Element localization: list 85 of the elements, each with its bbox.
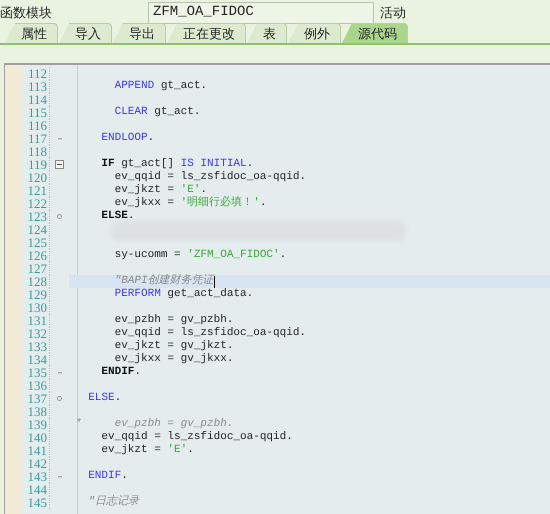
code-keyword: ELSE bbox=[87, 392, 115, 405]
line-number: 134 bbox=[26, 353, 48, 366]
line-number: 113 bbox=[26, 80, 48, 93]
code-keyword: APPEND bbox=[114, 80, 154, 93]
line-number: 125 bbox=[26, 236, 48, 249]
function-module-field[interactable]: ZFM_OA_FIDOC bbox=[148, 2, 374, 24]
code-keyword: CLEAR bbox=[114, 106, 148, 119]
code-text: ev_pzbh = gv_pzbh. bbox=[114, 314, 234, 327]
line-number: 117 bbox=[26, 132, 48, 145]
line-number: 119 bbox=[26, 158, 48, 171]
status-text: 活动 bbox=[380, 4, 406, 22]
code-text: . bbox=[187, 444, 194, 457]
line-number: 137 bbox=[26, 392, 48, 405]
line-number: 130 bbox=[26, 301, 48, 314]
code-comment: "BAPI创建财务凭证 bbox=[114, 275, 214, 288]
code-keyword: IS INITIAL bbox=[180, 158, 247, 171]
line-number: 140 bbox=[26, 431, 48, 444]
line-number: 138 bbox=[26, 405, 48, 418]
code-keyword: ELSE bbox=[100, 210, 128, 223]
code-text: . bbox=[260, 197, 266, 210]
code-text: sy-ucomm = bbox=[114, 249, 182, 262]
code-text: . bbox=[121, 470, 128, 483]
line-number: 122 bbox=[26, 197, 48, 210]
line-number: 121 bbox=[26, 184, 48, 197]
code-text: get_act_data. bbox=[166, 288, 254, 301]
line-number: 128 bbox=[26, 275, 48, 288]
code-string: 'E' bbox=[167, 444, 188, 457]
code-text: . bbox=[200, 184, 208, 196]
code-keyword: IF bbox=[100, 158, 115, 171]
code-text: gt_act. bbox=[153, 106, 200, 119]
tab[interactable]: 例外 bbox=[288, 23, 341, 43]
code-string: 'ZFM_OA_FIDOC' bbox=[187, 249, 280, 262]
tab[interactable]: 源代码 bbox=[342, 23, 408, 43]
code-text: . bbox=[246, 158, 254, 171]
line-number: 118 bbox=[26, 145, 48, 158]
field-label: 函数模块 bbox=[0, 4, 53, 22]
code-string: '明细行必填！' bbox=[180, 197, 260, 210]
code-text: ev_qqid = ls_zsfidoc_oa-qqid. bbox=[114, 171, 306, 184]
line-number: 133 bbox=[26, 340, 48, 353]
line-number: 127 bbox=[26, 262, 48, 275]
code-text: ev_qqid = ls_zsfidoc_oa-qqid. bbox=[100, 431, 293, 444]
code-text: ev_jkxx = bbox=[114, 197, 176, 210]
tab[interactable]: 正在更改 bbox=[167, 23, 246, 43]
line-number: 136 bbox=[26, 379, 48, 392]
code-text: . bbox=[114, 392, 122, 405]
code-keyword: ENDLOOP bbox=[100, 132, 148, 145]
line-number: 114 bbox=[26, 93, 48, 106]
code-comment: "日志记录 bbox=[87, 496, 139, 509]
line-number: 131 bbox=[26, 314, 48, 327]
code-text: . bbox=[280, 249, 286, 262]
code-text: gt_act[] bbox=[120, 158, 176, 171]
line-number: 144 bbox=[26, 483, 48, 496]
line-number: 139 bbox=[26, 418, 48, 431]
line-number: 116 bbox=[26, 119, 48, 132]
tab[interactable]: 属性 bbox=[5, 23, 58, 43]
code-text: ev_qqid = ls_zsfidoc_oa-qqid. bbox=[114, 327, 306, 340]
line-number: 145 bbox=[26, 496, 48, 509]
line-number: 142 bbox=[26, 457, 48, 470]
tab[interactable]: 导出 bbox=[113, 23, 166, 43]
line-number: 143 bbox=[26, 470, 48, 483]
line-number: 112 bbox=[26, 67, 48, 80]
code-string: 'E' bbox=[180, 184, 200, 196]
code-keyword: ENDIF bbox=[87, 470, 122, 483]
line-number: 126 bbox=[26, 249, 48, 262]
line-number: 141 bbox=[26, 444, 48, 457]
line-number: 135 bbox=[26, 366, 48, 379]
line-number: 132 bbox=[26, 327, 48, 340]
line-number: 129 bbox=[26, 288, 48, 301]
line-number: 120 bbox=[26, 171, 48, 184]
code-keyword: PERFORM bbox=[114, 288, 161, 301]
line-number: 124 bbox=[26, 223, 48, 236]
code-text: ev_jkzt = bbox=[100, 444, 162, 457]
line-number: 123 bbox=[26, 210, 48, 223]
code-text: . bbox=[148, 132, 154, 145]
code-text: ev_jkzt = bbox=[114, 184, 176, 197]
code-text: gt_act. bbox=[160, 80, 208, 93]
code-text: ev_jkxx = gv_jkxx. bbox=[114, 353, 234, 366]
code-keyword: ENDIF bbox=[100, 366, 134, 379]
tab[interactable]: 表 bbox=[247, 23, 287, 43]
line-number: 115 bbox=[26, 106, 48, 119]
code-comment: * ev_pzbh = gv_pzbh. bbox=[75, 418, 234, 431]
code-text: . bbox=[134, 366, 142, 379]
code-text: . bbox=[128, 210, 134, 223]
code-text: ev_jkzt = gv_jkzt. bbox=[114, 340, 234, 353]
tab[interactable]: 导入 bbox=[59, 23, 112, 43]
